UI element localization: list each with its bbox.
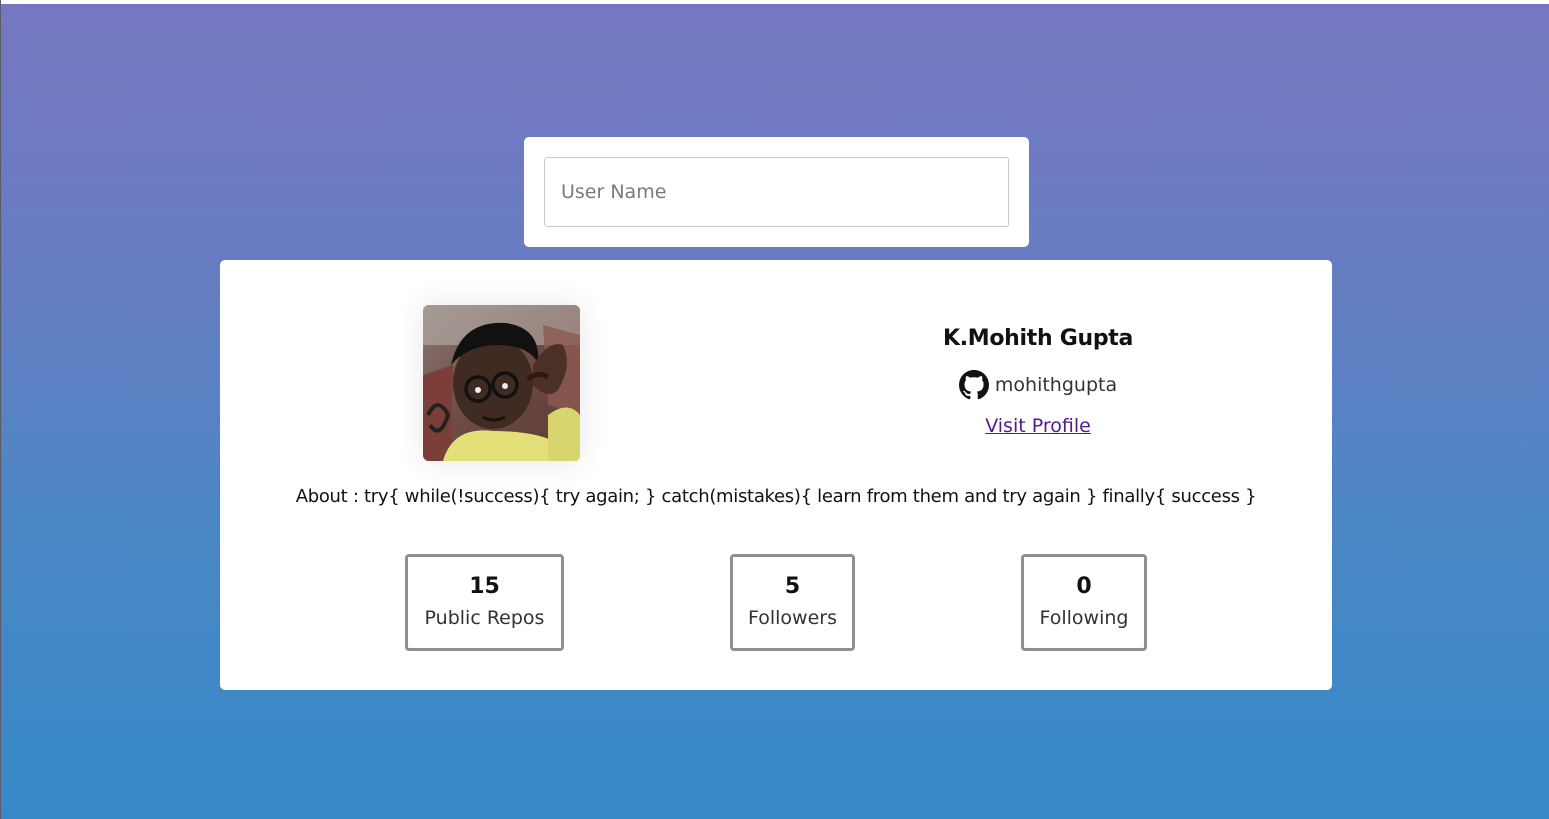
stat-followers: 5 Followers: [730, 554, 855, 651]
stat-label: Public Repos: [424, 607, 545, 629]
stat-label: Followers: [748, 607, 837, 629]
stat-label: Following: [1039, 607, 1129, 629]
stat-following: 0 Following: [1021, 554, 1147, 651]
stat-value: 0: [1076, 574, 1092, 599]
profile-login: mohithgupta: [994, 374, 1118, 396]
stat-public-repos: 15 Public Repos: [405, 554, 564, 651]
profile-name: K.Mohith Gupta: [942, 326, 1134, 351]
top-border: [0, 0, 1549, 4]
stat-value: 5: [784, 574, 801, 599]
stat-value: 15: [469, 574, 500, 599]
login-row: mohithgupta: [838, 369, 1238, 401]
profile-card: K.Mohith Gupta mohithgupta Visit Profile…: [220, 260, 1332, 690]
search-card: [524, 137, 1029, 247]
avatar-photo: [423, 305, 580, 461]
avatar: [423, 305, 580, 461]
github-icon: [958, 370, 989, 400]
visit-profile-link[interactable]: Visit Profile: [838, 415, 1238, 437]
left-border: [0, 0, 1, 819]
profile-about: About : try{ while(!success){ try again;…: [295, 486, 1257, 507]
username-search-input[interactable]: [544, 157, 1009, 227]
